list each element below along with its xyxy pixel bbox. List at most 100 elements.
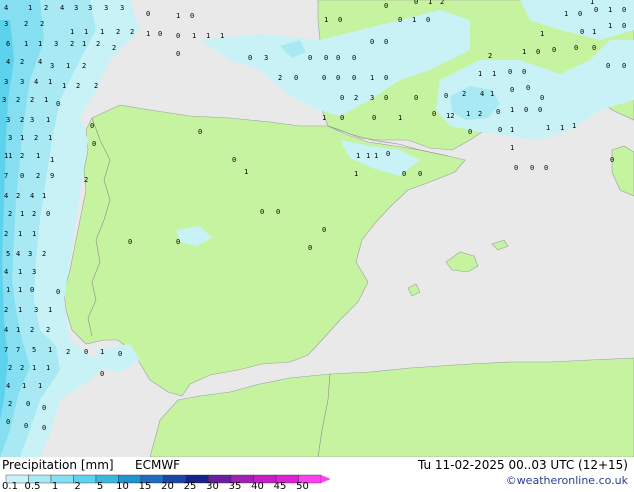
svg-text:0: 0: [260, 208, 264, 216]
svg-text:0: 0: [544, 164, 548, 172]
svg-text:0: 0: [384, 74, 388, 82]
svg-text:0: 0: [606, 62, 610, 70]
colorbar-tick-label: 5: [96, 481, 104, 492]
svg-text:0: 0: [498, 126, 502, 134]
svg-text:0: 0: [198, 128, 202, 136]
svg-text:4: 4: [4, 4, 8, 12]
svg-text:1: 1: [354, 170, 358, 178]
svg-text:2: 2: [16, 192, 20, 200]
svg-text:4: 4: [480, 90, 484, 98]
svg-text:0: 0: [146, 10, 150, 18]
svg-text:1: 1: [18, 230, 22, 238]
svg-text:1: 1: [546, 124, 550, 132]
svg-text:1: 1: [18, 306, 22, 314]
svg-text:2: 2: [20, 152, 24, 160]
svg-text:1: 1: [28, 4, 32, 12]
colorbar-arrow: [321, 475, 330, 483]
precipitation-map: 4 1 2 4 3 3 3 30 1 0 3 2 21 1 1 2 2 1 0 0 1 1 1 6 1 1 3 2 1 2 20 424…: [0, 0, 634, 457]
svg-text:7: 7: [4, 346, 8, 354]
svg-text:0: 0: [496, 108, 500, 116]
svg-text:1: 1: [206, 32, 210, 40]
svg-text:1: 1: [366, 152, 370, 160]
svg-text:1: 1: [38, 382, 42, 390]
svg-text:3: 3: [34, 306, 38, 314]
svg-text:3: 3: [20, 78, 24, 86]
svg-text:3: 3: [8, 134, 12, 142]
svg-text:3: 3: [120, 4, 124, 12]
svg-text:0: 0: [90, 122, 94, 130]
svg-text:2: 2: [354, 94, 358, 102]
colorbar-tick-label: 50: [296, 481, 309, 492]
svg-text:1: 1: [146, 30, 150, 38]
svg-text:0: 0: [42, 404, 46, 412]
svg-text:0: 0: [580, 28, 584, 36]
svg-text:1: 1: [24, 40, 28, 48]
svg-text:4: 4: [4, 268, 8, 276]
svg-text:0: 0: [402, 170, 406, 178]
svg-text:1: 1: [590, 0, 594, 6]
svg-text:1: 1: [62, 82, 66, 90]
svg-text:0: 0: [352, 74, 356, 82]
svg-text:1: 1: [50, 156, 54, 164]
credit-link[interactable]: ©weatheronline.co.uk: [506, 474, 628, 487]
colorbar-tick-label: 45: [273, 481, 287, 492]
colorbar-tick-label: 20: [161, 481, 174, 492]
svg-text:0: 0: [100, 370, 104, 378]
svg-text:1: 1: [608, 22, 612, 30]
svg-text:6: 6: [6, 40, 10, 48]
svg-text:0: 0: [622, 62, 626, 70]
svg-text:0: 0: [522, 68, 526, 76]
colorbar-tick-label: 10: [116, 481, 129, 492]
svg-text:1: 1: [44, 96, 48, 104]
colorbar-tick-label: 2: [74, 481, 81, 492]
svg-text:0: 0: [426, 16, 430, 24]
svg-text:1: 1: [370, 74, 374, 82]
svg-text:0: 0: [308, 54, 312, 62]
svg-text:1: 1: [100, 348, 104, 356]
svg-text:0: 0: [324, 54, 328, 62]
svg-text:5: 5: [6, 250, 10, 258]
svg-text:3: 3: [4, 20, 8, 28]
svg-text:2: 2: [16, 96, 20, 104]
svg-text:0: 0: [338, 16, 342, 24]
colorbar-tick-label: 30: [206, 481, 219, 492]
svg-text:1: 1: [220, 32, 224, 40]
svg-text:0: 0: [336, 54, 340, 62]
svg-text:0: 0: [92, 140, 96, 148]
svg-text:2: 2: [34, 134, 38, 142]
svg-text:2: 2: [82, 62, 86, 70]
svg-text:0: 0: [248, 54, 252, 62]
svg-text:1: 1: [176, 12, 180, 20]
svg-text:0: 0: [42, 424, 46, 432]
svg-text:2: 2: [30, 326, 34, 334]
svg-text:2: 2: [84, 176, 88, 184]
svg-text:1: 1: [36, 152, 40, 160]
svg-text:1: 1: [322, 114, 326, 122]
svg-text:0: 0: [526, 84, 530, 92]
svg-text:1: 1: [356, 152, 360, 160]
svg-text:0: 0: [6, 418, 10, 426]
svg-text:3: 3: [32, 268, 36, 276]
svg-text:3: 3: [4, 78, 8, 86]
svg-text:0: 0: [574, 44, 578, 52]
svg-text:1: 1: [42, 192, 46, 200]
svg-text:0: 0: [610, 156, 614, 164]
svg-text:0: 0: [232, 156, 236, 164]
model-name: ECMWF: [135, 458, 181, 472]
svg-text:2: 2: [278, 74, 282, 82]
svg-text:0: 0: [56, 100, 60, 108]
svg-text:3: 3: [28, 250, 32, 258]
colorbar-tick-label: 25: [183, 481, 197, 492]
svg-text:3: 3: [2, 96, 6, 104]
svg-text:0: 0: [336, 74, 340, 82]
svg-text:1: 1: [522, 48, 526, 56]
colorbar-tick-label: 1: [51, 481, 59, 492]
legend-title: Precipitation [mm]: [2, 458, 114, 472]
svg-text:0: 0: [384, 94, 388, 102]
svg-text:2: 2: [116, 28, 120, 36]
svg-text:3: 3: [54, 40, 58, 48]
svg-text:2: 2: [8, 364, 12, 372]
svg-text:0: 0: [444, 92, 448, 100]
svg-text:1: 1: [32, 230, 36, 238]
svg-text:0: 0: [510, 86, 514, 94]
